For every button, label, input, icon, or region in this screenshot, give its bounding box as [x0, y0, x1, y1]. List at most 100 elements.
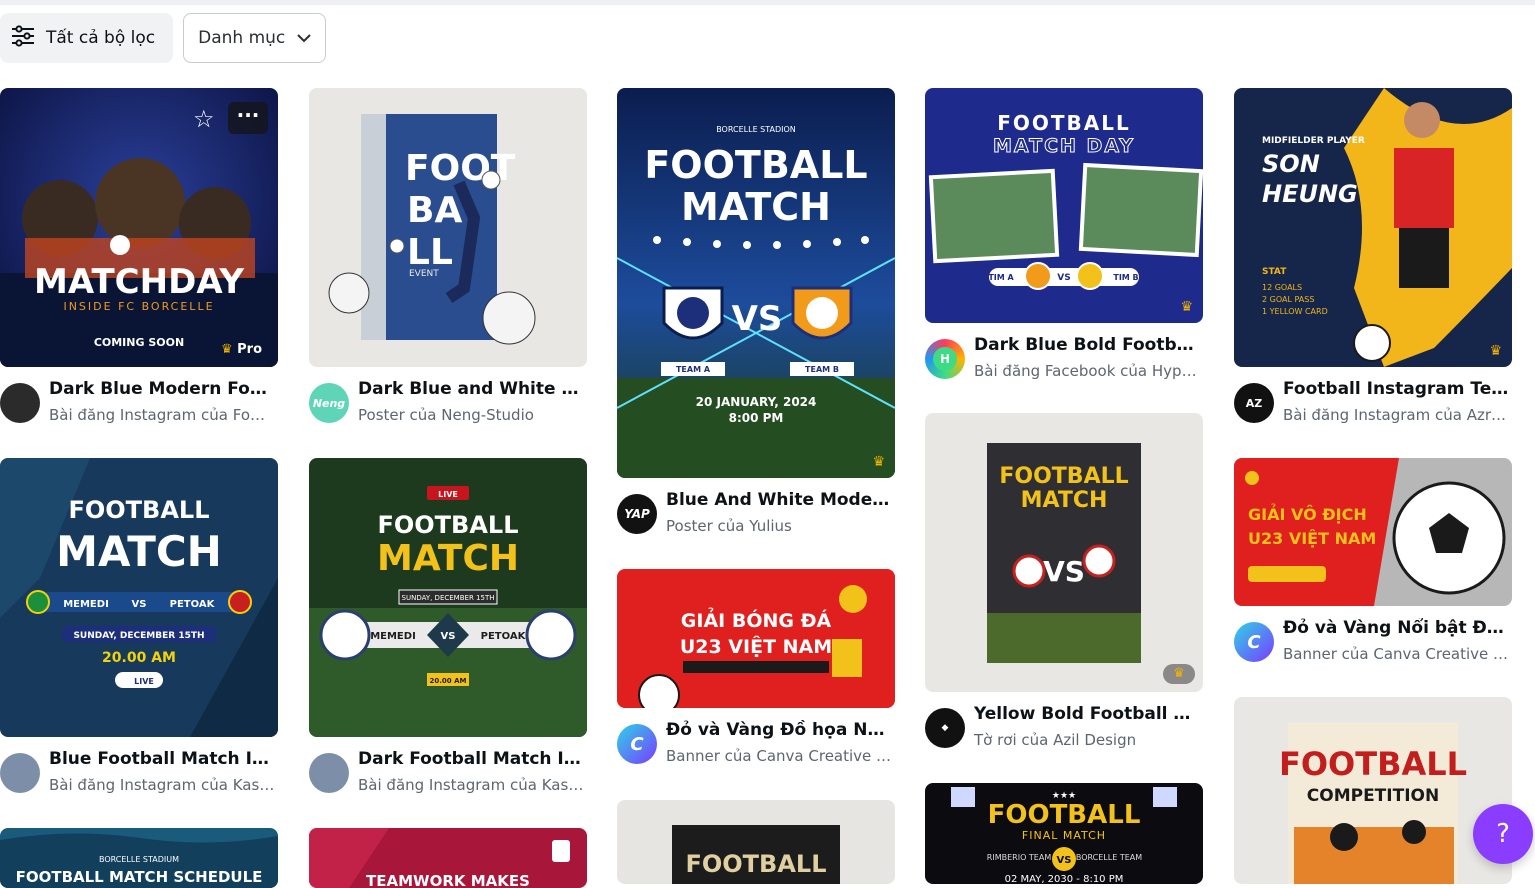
template-thumbnail[interactable]: TEAMWORK MAKES	[309, 828, 587, 888]
poster-text: PETOAK	[170, 599, 216, 610]
help-button[interactable]: ?	[1473, 804, 1533, 864]
template-thumbnail[interactable]: GIẢI VÔ ĐỊCH U23 VIỆT NAM	[1234, 458, 1512, 606]
poster-text: MATCH	[1021, 488, 1108, 513]
poster-text: MEMEDI	[370, 631, 416, 642]
card-meta: Dark Football Match Inst... Bài đăng Ins…	[309, 749, 587, 807]
avatar[interactable]	[309, 753, 349, 793]
template-card[interactable]: FOOTBALL MATCH VS ♛ ◆ Yellow Bold Footba…	[925, 413, 1203, 762]
template-card[interactable]: MIDFIELDER PLAYER SON HEUNG STAT 12 GOAL…	[1234, 88, 1512, 437]
card-subtitle[interactable]: Banner của Canva Creative Stu...	[1283, 645, 1512, 663]
template-card[interactable]: TEAMWORK MAKES	[309, 828, 587, 888]
top-divider	[0, 0, 1535, 5]
template-card[interactable]: GIẢI BÓNG ĐÁ U23 VIỆT NAM C Đỏ và Vàng Đ…	[617, 569, 895, 778]
template-thumbnail[interactable]: FOOT BA LL EVENT	[309, 88, 587, 367]
category-label: Danh mục	[198, 28, 286, 48]
poster-text: 02 MAY, 2030 - 8:10 PM	[1005, 874, 1124, 884]
card-subtitle[interactable]: Tờ rơi của Azil Design	[974, 731, 1203, 749]
template-card[interactable]: FOOTBALL	[617, 800, 895, 884]
template-card[interactable]: GIẢI VÔ ĐỊCH U23 VIỆT NAM C Đỏ và Vàng N…	[1234, 458, 1512, 676]
crown-icon: ♛	[1163, 664, 1195, 684]
card-subtitle[interactable]: Bài đăng Instagram của Kasept	[358, 776, 587, 794]
star-icon[interactable]: ☆	[193, 105, 221, 133]
card-title[interactable]: Dark Blue Modern Footb...	[49, 379, 278, 399]
card-subtitle[interactable]: Poster của Neng-Studio	[358, 406, 587, 424]
poster-text: FOOTBALL	[988, 800, 1141, 830]
poster-text: MATCH	[681, 185, 831, 229]
card-subtitle[interactable]: Bài đăng Facebook của Hyperi...	[974, 362, 1203, 380]
template-thumbnail[interactable]: ★★★ FOOTBALL FINAL MATCH RIMBERIO TEAM V…	[925, 783, 1203, 884]
card-title[interactable]: Dark Blue Bold Football ...	[974, 335, 1203, 355]
poster-text: MIDFIELDER PLAYER	[1262, 136, 1365, 146]
filter-toolbar: Tất cả bộ lọc Danh mục	[0, 13, 327, 63]
template-thumbnail[interactable]: FOOTBALL COMPETITION	[1234, 697, 1512, 884]
poster-text: RIMBERIO TEAM	[987, 853, 1052, 862]
template-thumbnail[interactable]: MIDFIELDER PLAYER SON HEUNG STAT 12 GOAL…	[1234, 88, 1512, 367]
avatar[interactable]: ◆	[925, 708, 965, 748]
crown-icon: ♛	[1489, 343, 1502, 359]
more-options-button[interactable]: ···	[228, 102, 268, 134]
poster-text: FINAL MATCH	[1022, 829, 1106, 842]
poster-text: VS	[732, 299, 783, 339]
card-title[interactable]: Dark Blue and White Mo...	[358, 379, 587, 399]
avatar[interactable]: Neng	[309, 383, 349, 423]
card-subtitle[interactable]: Bài đăng Instagram của Azruca	[1283, 406, 1512, 424]
card-title[interactable]: Yellow Bold Football Mat...	[974, 704, 1203, 724]
poster-text: TEAMWORK MAKES	[366, 872, 530, 888]
poster-text: LL	[407, 232, 453, 273]
template-thumbnail[interactable]: FOOTBALL MATCH VS ♛	[925, 413, 1203, 692]
avatar[interactable]: C	[1234, 622, 1274, 662]
category-dropdown[interactable]: Danh mục	[183, 13, 327, 63]
poster-text: 20.00 AM	[102, 650, 176, 666]
card-title[interactable]: Đỏ và Vàng Đồ họa Năng...	[666, 720, 895, 740]
template-card[interactable]: FOOTBALL MATCH MEMEDI VS PETOAK SUNDAY, …	[0, 458, 278, 807]
avatar[interactable]: C	[617, 724, 657, 764]
poster-text: MATCH DAY	[993, 135, 1135, 157]
sliders-icon	[10, 24, 36, 52]
template-card[interactable]: MATCHDAY INSIDE FC BORCELLE COMING SOON …	[0, 88, 278, 437]
template-card[interactable]: BORCELLE STADION FOOTBALL MATCH VS TEAM …	[617, 88, 895, 548]
avatar[interactable]	[0, 383, 40, 423]
template-thumbnail[interactable]: BORCELLE STADION FOOTBALL MATCH VS TEAM …	[617, 88, 895, 478]
poster-text: TEAM B	[805, 365, 839, 374]
poster-text: FOOTBALL	[68, 496, 209, 524]
template-thumbnail[interactable]: LIVE FOOTBALL MATCH SUNDAY, DECEMBER 15T…	[309, 458, 587, 737]
template-thumbnail[interactable]: FOOTBALL	[617, 800, 895, 884]
card-title[interactable]: Dark Football Match Inst...	[358, 749, 587, 769]
all-filters-label: Tất cả bộ lọc	[46, 28, 156, 48]
card-title[interactable]: Blue And White Modern ...	[666, 490, 895, 510]
template-thumbnail[interactable]: GIẢI BÓNG ĐÁ U23 VIỆT NAM	[617, 569, 895, 708]
poster-text: TIM B	[1113, 273, 1138, 282]
template-card[interactable]: LIVE FOOTBALL MATCH SUNDAY, DECEMBER 15T…	[309, 458, 587, 807]
card-meta: C Đỏ và Vàng Đồ họa Năng... Banner của C…	[617, 720, 895, 778]
template-card[interactable]: ★★★ FOOTBALL FINAL MATCH RIMBERIO TEAM V…	[925, 783, 1203, 884]
card-title[interactable]: Đỏ và Vàng Nổi bật Đội B...	[1283, 618, 1512, 638]
poster-text: LIVE	[134, 677, 154, 686]
card-subtitle[interactable]: Banner của Canva Creative Stu...	[666, 747, 895, 765]
card-subtitle[interactable]: Poster của Yulius	[666, 517, 895, 535]
card-subtitle[interactable]: Bài đăng Instagram của Kasept	[49, 776, 278, 794]
template-thumbnail[interactable]: FOOTBALL MATCH DAY TIM A VS TIM B ♛	[925, 88, 1203, 323]
card-title[interactable]: Football Instagram Tem...	[1283, 379, 1512, 399]
avatar[interactable]: YAP	[617, 494, 657, 534]
avatar[interactable]	[0, 753, 40, 793]
avatar[interactable]: H	[925, 339, 965, 379]
poster-text: U23 VIỆT NAM	[680, 634, 832, 658]
template-thumbnail[interactable]: FOOTBALL MATCH MEMEDI VS PETOAK SUNDAY, …	[0, 458, 278, 737]
crown-icon: ♛	[1180, 299, 1193, 315]
avatar[interactable]: AZ	[1234, 383, 1274, 423]
template-thumbnail[interactable]: BORCELLE STADIUM FOOTBALL MATCH SCHEDULE	[0, 828, 278, 888]
template-card[interactable]: FOOT BA LL EVENT Neng Dark Blue and Whit…	[309, 88, 587, 437]
poster-text: GIẢI BÓNG ĐÁ	[681, 607, 832, 632]
card-subtitle[interactable]: Bài đăng Instagram của Foma...	[49, 406, 278, 424]
template-card[interactable]: FOOTBALL MATCH DAY TIM A VS TIM B ♛ H Da…	[925, 88, 1203, 393]
poster-text: 20 JANUARY, 2024	[696, 395, 817, 409]
card-title[interactable]: Blue Football Match Inst...	[49, 749, 278, 769]
poster-text: PETOAK	[481, 631, 527, 642]
avatar-initial: H	[933, 347, 957, 371]
template-card[interactable]: BORCELLE STADIUM FOOTBALL MATCH SCHEDULE	[0, 828, 278, 888]
poster-text: VS	[1057, 273, 1070, 283]
template-card[interactable]: FOOTBALL COMPETITION	[1234, 697, 1512, 884]
all-filters-button[interactable]: Tất cả bộ lọc	[0, 13, 174, 63]
template-thumbnail[interactable]: MATCHDAY INSIDE FC BORCELLE COMING SOON …	[0, 88, 278, 367]
poster-text: 20.00 AM	[430, 677, 467, 685]
